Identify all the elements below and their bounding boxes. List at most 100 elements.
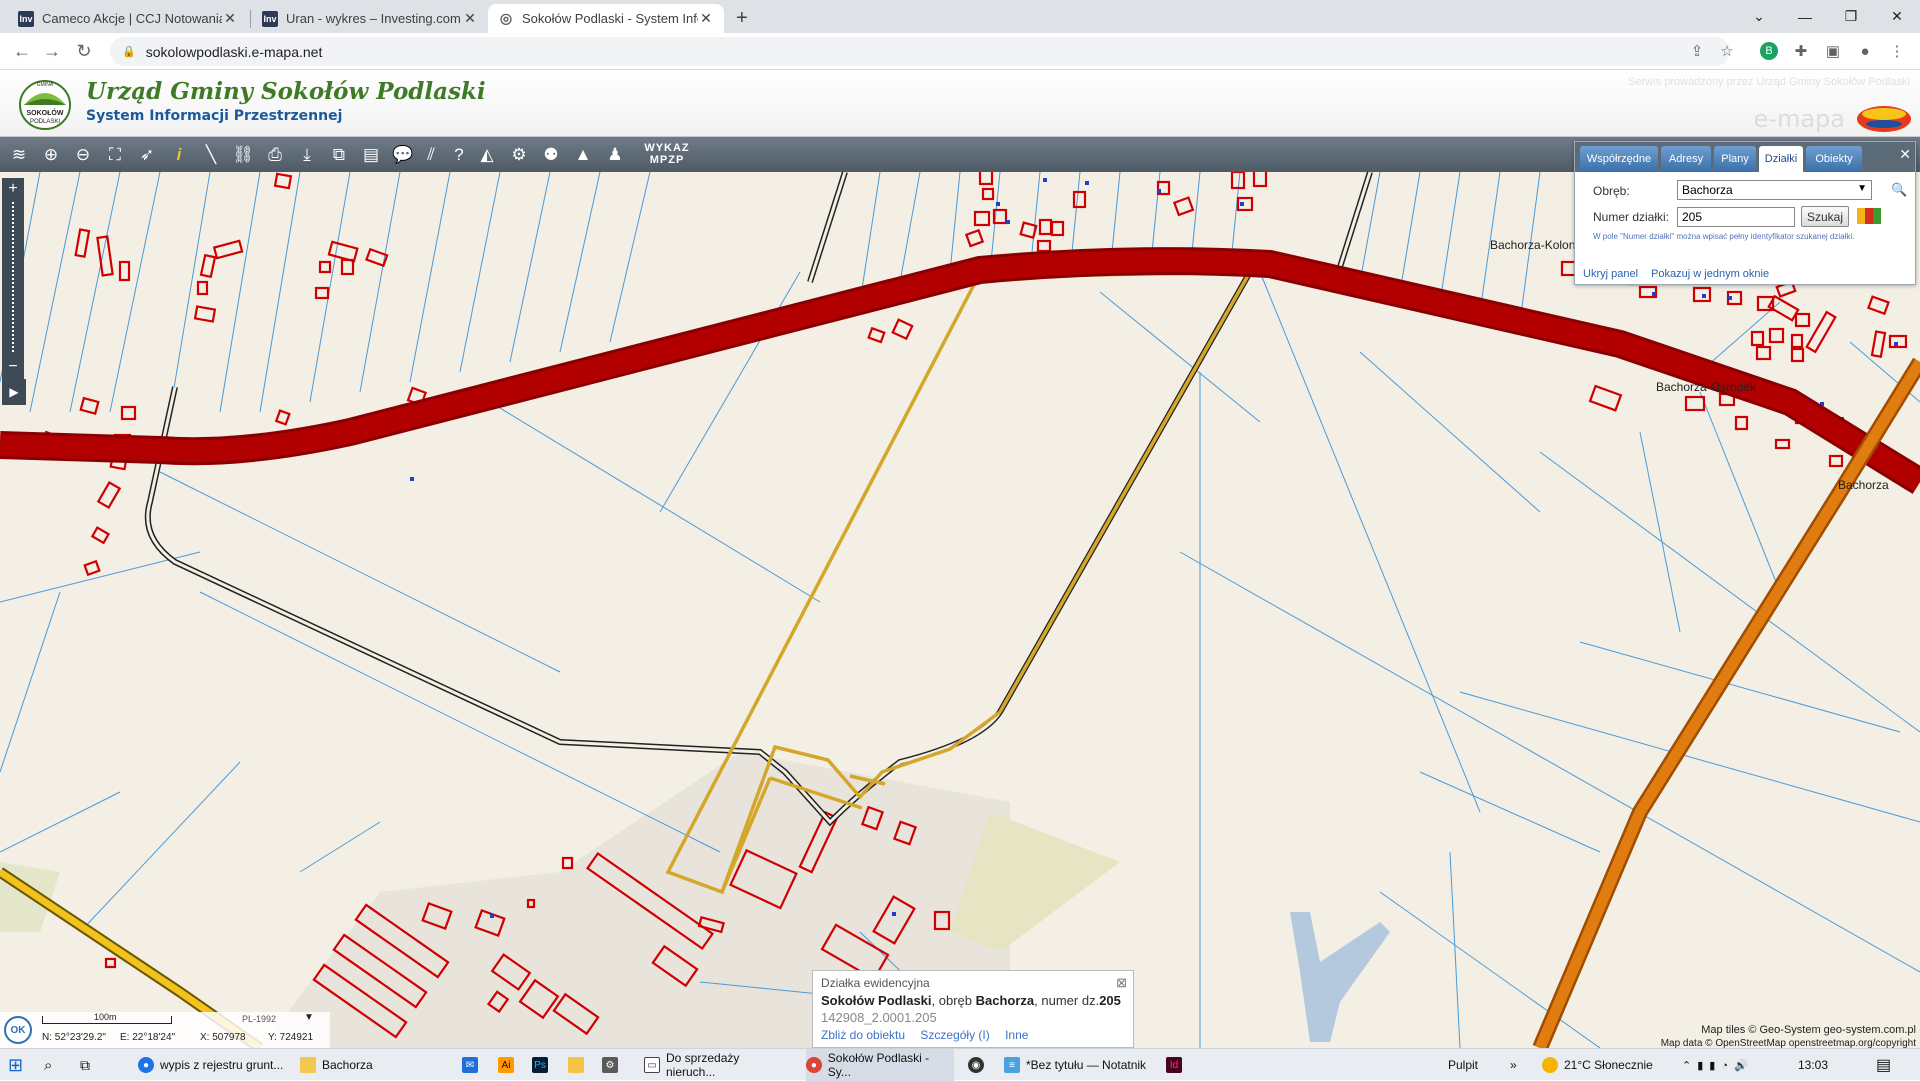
share-icon[interactable]: ⇪	[1688, 42, 1706, 60]
notification-icon[interactable]: ▤	[1876, 1049, 1891, 1081]
wykaz-mpzp-button[interactable]: WYKAZ MPZP	[638, 142, 696, 166]
tab-plany[interactable]: Plany	[1714, 146, 1756, 172]
extension-badge-icon[interactable]: B	[1760, 42, 1778, 60]
back-arrow-icon[interactable]: ←	[10, 39, 34, 63]
measure-distance-icon[interactable]: ╲	[198, 142, 224, 168]
settings-gear-icon[interactable]: ⚙	[506, 142, 532, 168]
address-bar[interactable]: 🔒 sokolowpodlaski.e-mapa.net	[110, 37, 1730, 66]
close-tab-icon[interactable]: ✕	[698, 10, 714, 27]
crs-select[interactable]: PL-1992	[242, 1014, 276, 1024]
zoom-extent-icon[interactable]: ⛶	[102, 142, 128, 168]
tab-obiekty[interactable]: Obiekty	[1806, 146, 1862, 172]
browser-tab-sokolow[interactable]: ◎ Sokołów Podlaski - System Inform ✕	[488, 4, 724, 33]
close-panel-icon[interactable]: ✕	[1899, 146, 1911, 163]
user-location-icon[interactable]: ⚉	[538, 142, 564, 168]
help-icon[interactable]: ?	[446, 142, 472, 168]
investing-favicon-icon: Inv	[18, 10, 34, 27]
search-icon[interactable]: 🔍	[1891, 182, 1907, 198]
attribution-tiles: Map tiles © Geo-System geo-system.com.pl	[1701, 1024, 1916, 1036]
weather-widget[interactable]: 21°C Słonecznie	[1542, 1049, 1653, 1081]
sun-icon	[1542, 1057, 1558, 1073]
profile-avatar-icon[interactable]: ●	[1856, 42, 1874, 60]
taskbar-label: Bachorza	[322, 1058, 373, 1072]
windows-start-icon[interactable]: ⊞	[8, 1049, 23, 1081]
puzzle-extensions-icon[interactable]: ✚	[1792, 42, 1810, 60]
forward-arrow-icon[interactable]: →	[40, 39, 64, 63]
zoom-to-object-link[interactable]: Zbliż do obiektu	[821, 1028, 905, 1042]
single-window-link[interactable]: Pokazuj w jednym oknie	[1651, 268, 1769, 280]
link-icon[interactable]: ⛓	[230, 142, 256, 168]
select-pointer-icon[interactable]: ➶	[134, 142, 160, 168]
network-tool-icon[interactable]: ⚙	[602, 1049, 624, 1081]
color-picker-icon[interactable]	[1857, 208, 1881, 224]
close-window-button[interactable]: ✕	[1874, 0, 1920, 33]
task-view-icon[interactable]: ⧉	[80, 1049, 90, 1081]
taskbar-item-chrome-wypis[interactable]: ● wypis z rejestru grunt...	[138, 1049, 286, 1081]
comment-icon[interactable]: 💬	[390, 142, 416, 168]
details-link[interactable]: Szczegóły (I)	[920, 1028, 989, 1042]
hatch-icon[interactable]: ⫽	[418, 142, 444, 168]
close-tab-icon[interactable]: ✕	[462, 10, 478, 27]
pulpit-label[interactable]: Pulpit	[1448, 1049, 1478, 1081]
expand-panel-button[interactable]: ▶	[2, 379, 26, 405]
close-popup-icon[interactable]: ⊠	[1116, 975, 1127, 991]
obreb-select[interactable]: Bachorza ▼	[1677, 180, 1872, 200]
browser-menu-icon[interactable]: ⋮	[1888, 42, 1906, 60]
ok-button[interactable]: OK	[4, 1016, 32, 1044]
zoom-out-icon[interactable]: ⊖	[70, 142, 96, 168]
print-icon[interactable]: ⎙	[262, 142, 288, 168]
new-tab-button[interactable]: +	[736, 7, 748, 30]
search-icon[interactable]: ⌕	[44, 1049, 52, 1081]
side-panel-icon[interactable]: ▣	[1824, 42, 1842, 60]
taskbar-item-notepad[interactable]: ≡ *Bez tytułu — Notatnik	[1004, 1049, 1158, 1081]
zoom-track[interactable]	[12, 202, 14, 352]
download-icon[interactable]: ⤓	[294, 142, 320, 168]
zoom-minus-button[interactable]: −	[2, 356, 24, 378]
star-bookmark-icon[interactable]: ☆	[1718, 42, 1736, 60]
sticky-notes-icon[interactable]	[568, 1049, 590, 1081]
zoom-in-icon[interactable]: ⊕	[38, 142, 64, 168]
info-icon[interactable]: i	[166, 142, 192, 168]
taskbar-item-chrome-sokolow[interactable]: ● Sokołów Podlaski - Sy...	[806, 1049, 954, 1081]
taskbar-item-do-sprzedazy[interactable]: ▭ Do sprzedaży nieruch...	[644, 1049, 792, 1081]
indesign-icon[interactable]: Id	[1166, 1049, 1188, 1081]
browser-tab-cameco[interactable]: Inv Cameco Akcje | CCJ Notowania - ✕	[8, 4, 248, 33]
url-text: sokolowpodlaski.e-mapa.net	[145, 43, 323, 60]
street-view-icon[interactable]: ♟	[602, 142, 628, 168]
tab-adresy[interactable]: Adresy	[1661, 146, 1711, 172]
tab-title: Sokołów Podlaski - System Inform	[522, 11, 698, 26]
popup-parcel-line: Sokołów Podlaski, obręb Bachorza, numer …	[821, 993, 1125, 1008]
mail-icon[interactable]: ✉	[462, 1049, 484, 1081]
layers-icon[interactable]: ≋	[6, 142, 32, 168]
minimize-button[interactable]: —	[1782, 0, 1828, 33]
numer-dzialki-input[interactable]: 205	[1677, 207, 1795, 227]
notepad-icon: ≡	[1004, 1057, 1020, 1073]
tab-dzialki[interactable]: Działki	[1759, 146, 1803, 172]
photoshop-icon[interactable]: Ps	[532, 1049, 554, 1081]
chevron-icon[interactable]: »	[1510, 1049, 1517, 1081]
taskbar-item-bachorza[interactable]: Bachorza	[300, 1049, 450, 1081]
tab-search-icon[interactable]: ⌄	[1736, 0, 1782, 33]
illustrator-icon[interactable]: Ai	[498, 1049, 520, 1081]
restore-button[interactable]: ❐	[1828, 0, 1874, 33]
compare-icon[interactable]: ⧉	[326, 142, 352, 168]
reload-icon[interactable]: ↻	[72, 39, 96, 63]
site-subtitle: System Informacji Przestrzennej	[86, 108, 343, 124]
tab-wspolrzedne[interactable]: Współrzędne	[1580, 146, 1658, 172]
chevron-down-icon[interactable]: ▼	[304, 1012, 314, 1023]
zoom-slider[interactable]: + −	[2, 178, 24, 380]
terrain-icon[interactable]: ◭	[474, 142, 500, 168]
szukaj-button[interactable]: Szukaj	[1801, 206, 1849, 227]
logo-text-top: GMINA	[37, 82, 54, 88]
github-icon[interactable]: ◉	[968, 1049, 990, 1081]
window-layout-icon[interactable]: ▤	[358, 142, 384, 168]
map-canvas[interactable]: Bachorza-Kolonia Bachorza-Ośrodek Bachor…	[0, 172, 1920, 1048]
zoom-plus-button[interactable]: +	[2, 178, 24, 200]
other-link[interactable]: Inne	[1005, 1028, 1028, 1042]
browser-tab-uran[interactable]: Inv Uran - wykres – Investing.com ✕	[252, 4, 488, 33]
tray-icons[interactable]: ⌃▮▮◔🔊	[1682, 1049, 1754, 1081]
mountain-icon[interactable]: ▲	[570, 142, 596, 168]
close-tab-icon[interactable]: ✕	[222, 10, 238, 27]
hide-panel-link[interactable]: Ukryj panel	[1583, 268, 1638, 280]
clock-time[interactable]: 13:03	[1798, 1049, 1828, 1081]
